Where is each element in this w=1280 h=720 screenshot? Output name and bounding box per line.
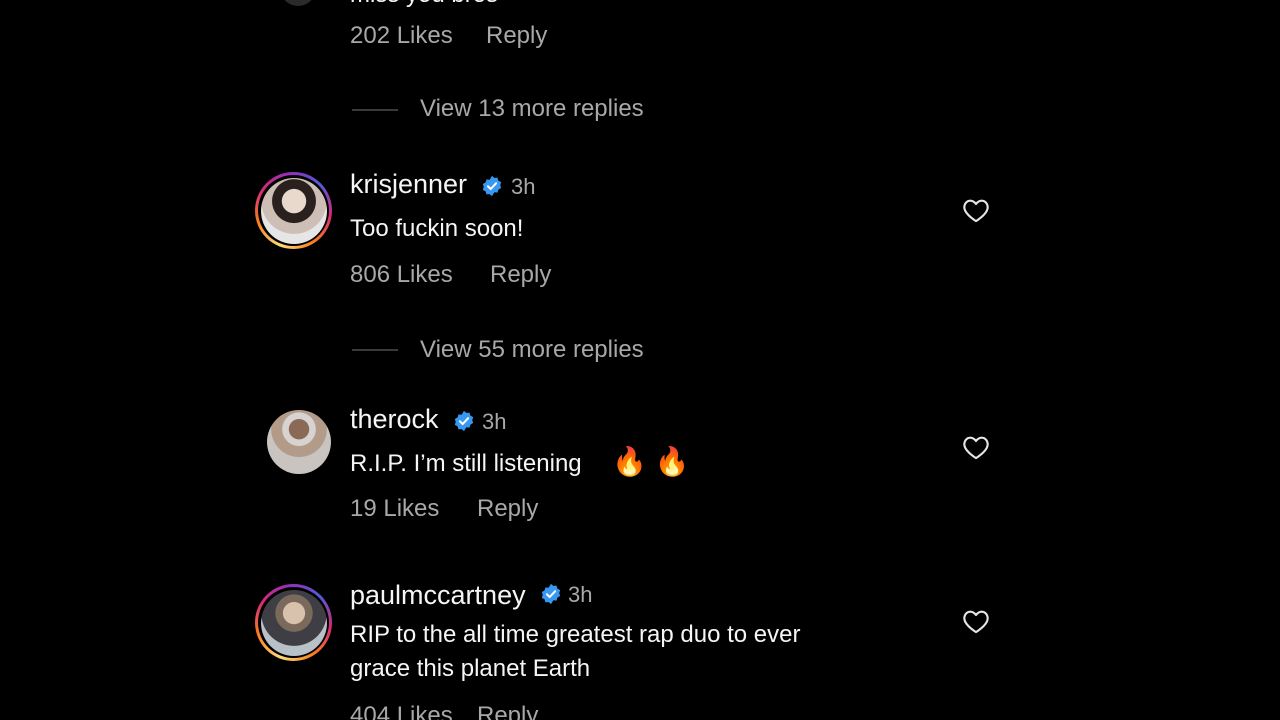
username[interactable]: krisjenner [350, 169, 467, 200]
comment-text-line: grace this planet Earth [350, 655, 591, 682]
heart-icon[interactable] [962, 197, 990, 223]
timestamp: 3h [482, 409, 507, 434]
avatar[interactable] [255, 172, 332, 249]
likes-count[interactable]: 806 Likes [350, 261, 453, 289]
heart-icon[interactable] [962, 434, 990, 460]
divider [352, 349, 398, 351]
verified-badge-icon [454, 410, 474, 432]
view-more-replies-button[interactable]: View 13 more replies [420, 95, 644, 123]
avatar[interactable] [255, 584, 332, 661]
verified-badge-icon [482, 175, 502, 197]
fire-emoji: 🔥 🔥 [612, 446, 690, 477]
reply-button[interactable]: Reply [486, 22, 547, 50]
verified-badge-icon [541, 583, 561, 605]
comment-text: Too fuckin soon! [350, 215, 524, 242]
likes-count[interactable]: 19 Likes [350, 495, 439, 523]
likes-count[interactable]: 202 Likes [350, 22, 453, 50]
heart-icon[interactable] [962, 608, 990, 634]
avatar[interactable] [280, 0, 316, 6]
comment-text-line: RIP to the all time greatest rap duo to … [350, 621, 801, 648]
comments-panel: miss you bros 202 Likes Reply View 13 mo… [0, 0, 1280, 720]
view-more-replies-button[interactable]: View 55 more replies [420, 336, 644, 364]
comment-text: R.I.P. I’m still listening [350, 450, 582, 477]
comment-text: miss you bros [350, 0, 498, 12]
avatar[interactable] [267, 410, 331, 474]
likes-count[interactable]: 404 Likes [350, 702, 453, 720]
username[interactable]: therock [350, 404, 439, 435]
username[interactable]: paulmccartney [350, 580, 526, 611]
reply-button[interactable]: Reply [490, 261, 551, 289]
timestamp: 3h [568, 582, 593, 607]
divider [352, 109, 398, 111]
reply-button[interactable]: Reply [477, 495, 538, 523]
timestamp: 3h [511, 174, 536, 199]
reply-button[interactable]: Reply [477, 702, 538, 720]
